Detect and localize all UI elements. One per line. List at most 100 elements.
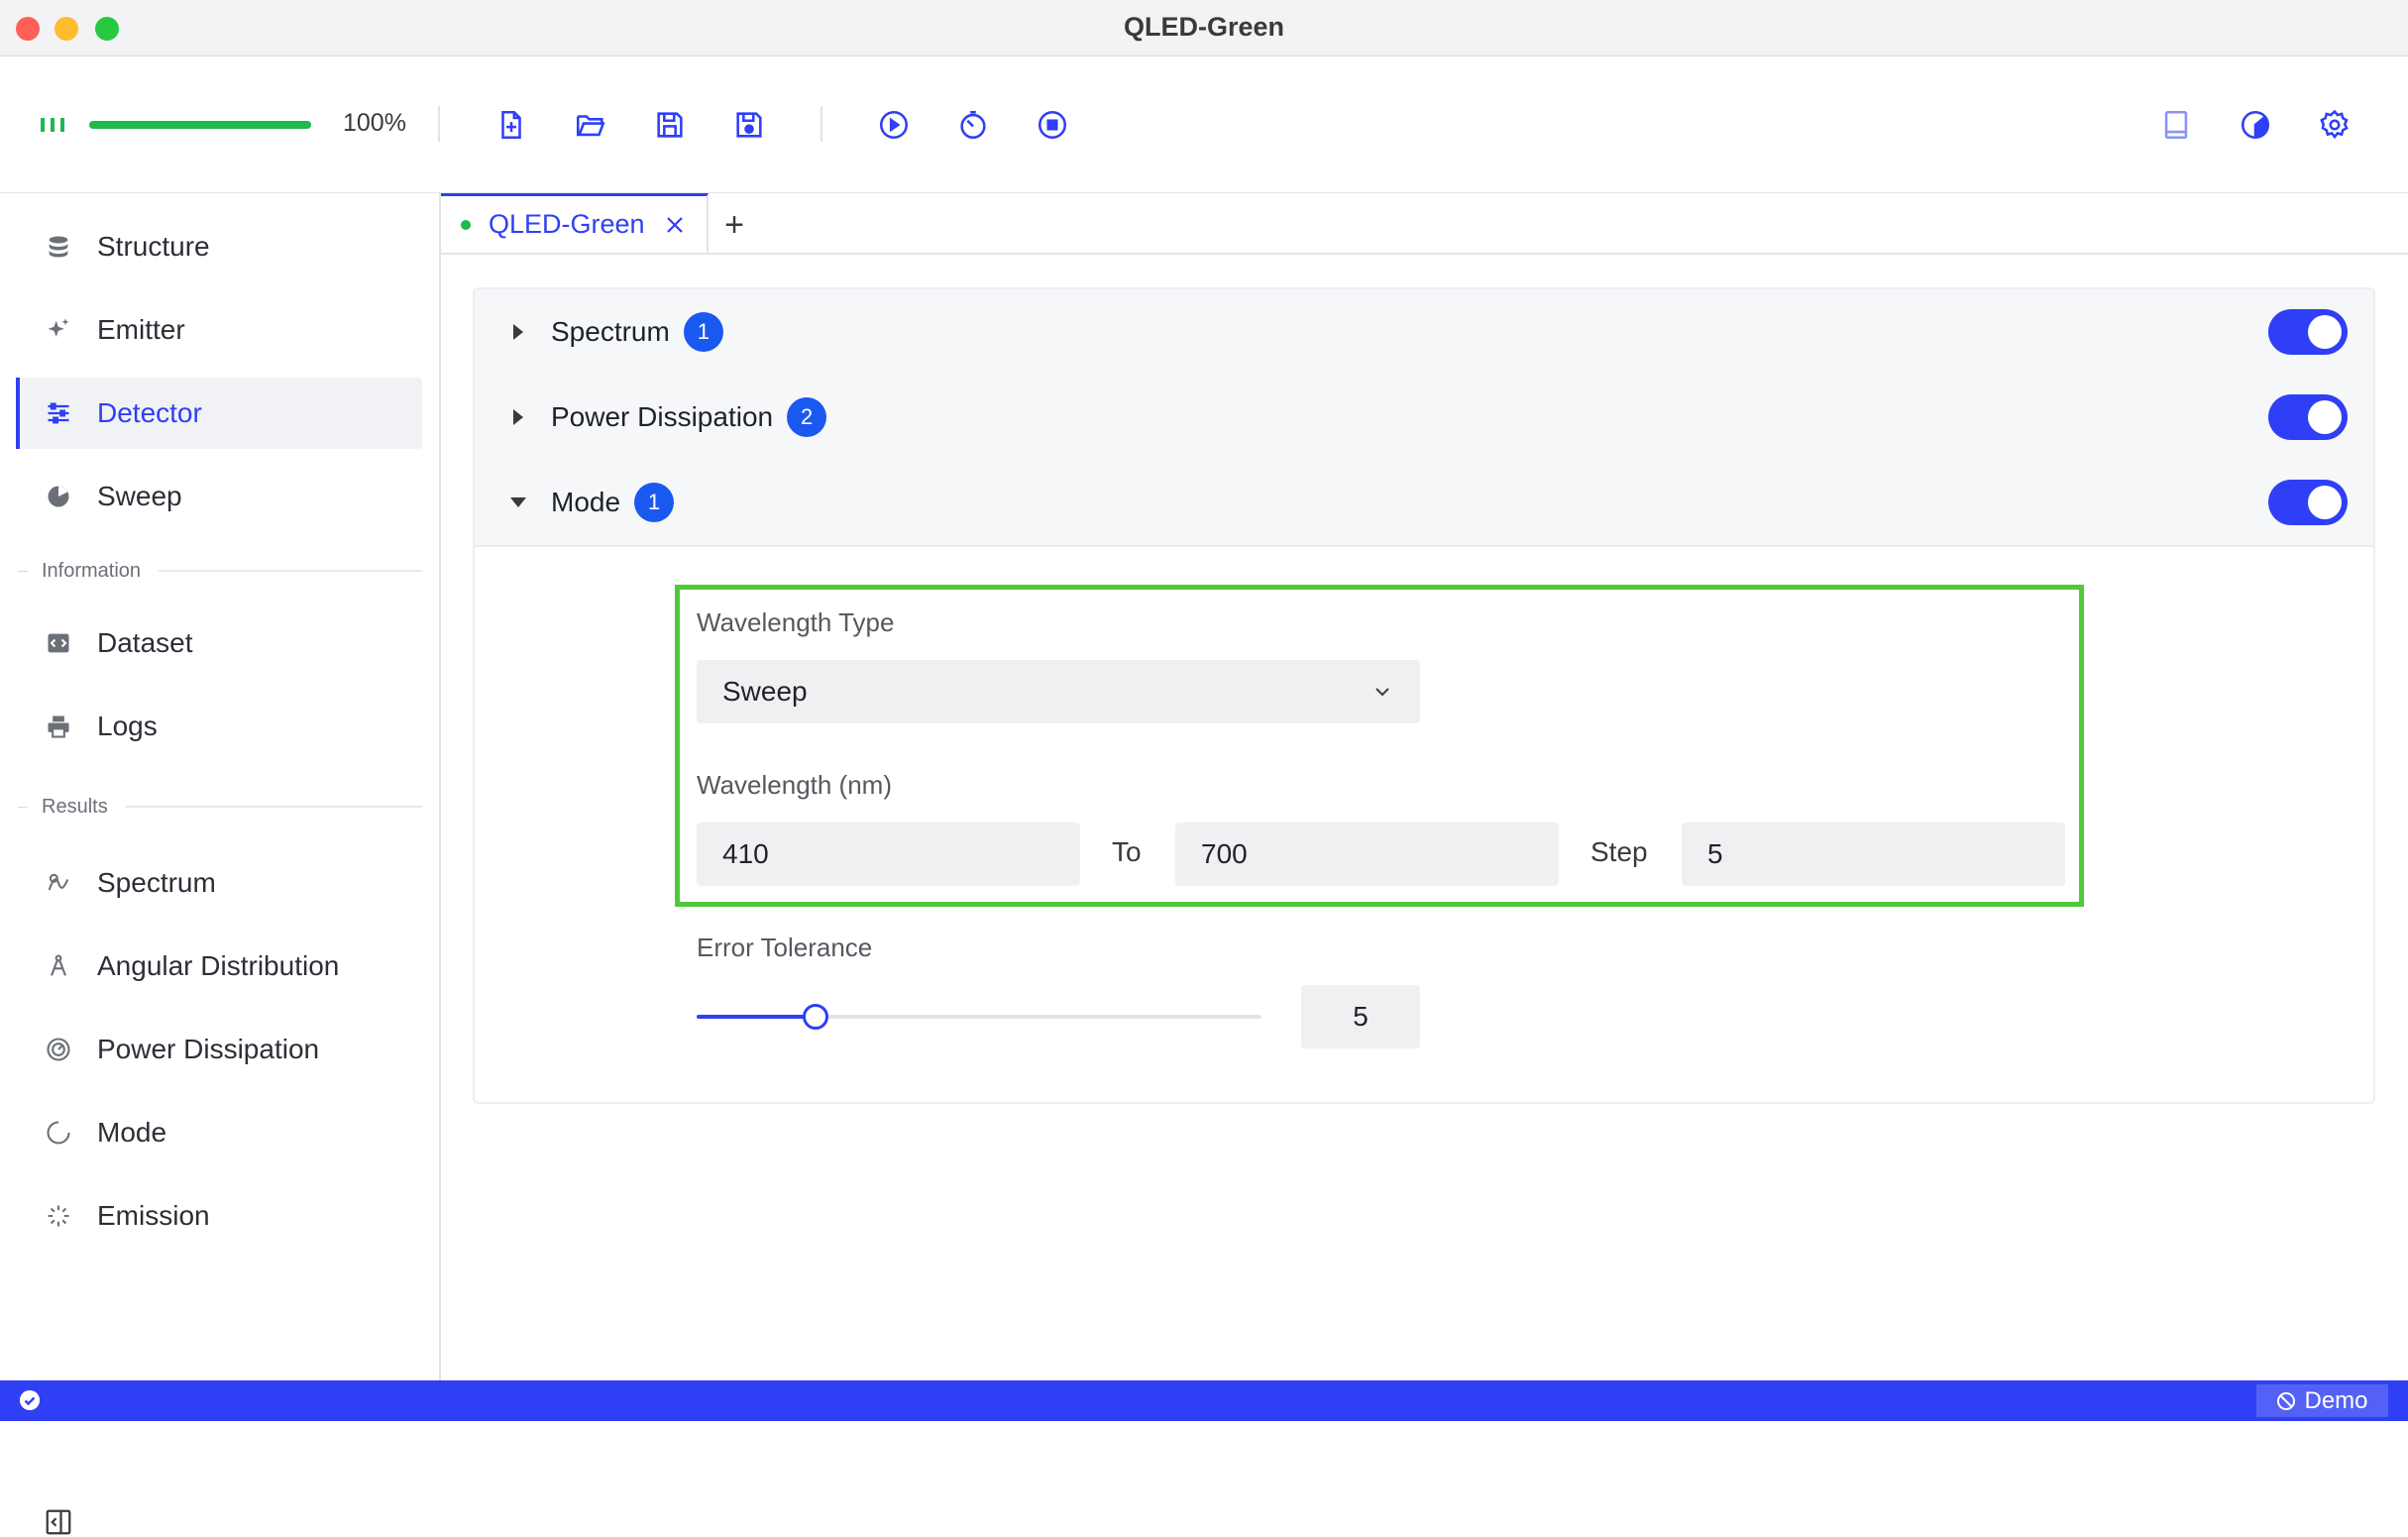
sidebar: Structure Emitter Detector Sweep Informa… (0, 193, 441, 1535)
sidebar-item-emitter[interactable]: Emitter (18, 294, 422, 366)
demo-button[interactable]: Demo (2256, 1384, 2388, 1417)
wavelength-to-input[interactable]: 700 (1175, 823, 1559, 886)
sidebar-item-label: Angular Distribution (97, 950, 340, 981)
error-tolerance-input[interactable]: 5 (1301, 985, 1420, 1048)
settings-icon (2320, 109, 2349, 140)
add-tab-button[interactable]: + (714, 205, 754, 245)
progress-bar (89, 121, 311, 129)
input-value: 410 (722, 838, 769, 869)
sidebar-item-sweep[interactable]: Sweep (18, 461, 422, 532)
sliders-icon (44, 398, 73, 428)
input-value: 5 (1707, 838, 1723, 869)
spectrum-icon (44, 868, 73, 898)
sidebar-item-angular-distribution[interactable]: Angular Distribution (18, 931, 422, 1002)
caret-right-icon[interactable] (507, 406, 529, 428)
section-spectrum-header[interactable]: Spectrum 1 (475, 289, 2373, 377)
caret-right-icon[interactable] (507, 321, 529, 343)
section-title: Mode (551, 487, 621, 517)
section-header-results: Results (18, 792, 422, 822)
settings-button[interactable] (2315, 105, 2354, 145)
progress-bars-icon (41, 118, 64, 132)
sidebar-item-spectrum[interactable]: Spectrum (18, 847, 422, 919)
new-file-icon (501, 110, 521, 140)
sidebar-item-label: Detector (97, 397, 202, 428)
sidebar-item-logs[interactable]: Logs (18, 691, 422, 762)
mode-toggle[interactable] (2268, 480, 2348, 525)
step-label: Step (1590, 836, 1648, 867)
sidebar-item-dataset[interactable]: Dataset (18, 607, 422, 679)
section-header-information: Information (18, 556, 422, 586)
wavelength-from-input[interactable]: 410 (697, 823, 1080, 886)
section-title: Information (42, 559, 142, 582)
sidebar-item-label: Emission (97, 1200, 210, 1231)
close-icon[interactable] (663, 213, 687, 237)
spectrum-toggle[interactable] (2268, 309, 2348, 355)
section-power-dissipation-header[interactable]: Power Dissipation 2 (475, 375, 2373, 462)
wavelength-type-select[interactable]: Sweep (697, 660, 1420, 723)
progress-text: 100% (343, 109, 406, 137)
progress-bar-fill (89, 121, 311, 129)
demo-label: Demo (2304, 1386, 2368, 1414)
section-title: Results (42, 795, 108, 818)
sidebar-item-power-dissipation[interactable]: Power Dissipation (18, 1014, 422, 1085)
open-folder-button[interactable] (571, 105, 610, 145)
save-button[interactable] (650, 105, 690, 145)
sidebar-item-mode[interactable]: Mode (18, 1097, 422, 1168)
wavelength-type-label: Wavelength Type (697, 607, 895, 637)
open-folder-icon (576, 115, 605, 137)
timer-icon (960, 110, 986, 140)
power-dissipation-toggle[interactable] (2268, 394, 2348, 440)
sidebar-item-label: Sweep (97, 481, 182, 511)
tab-label: QLED-Green (489, 209, 645, 239)
app-window: QLED-Green 100% Structure Emitter Detect… (0, 0, 2408, 1535)
block-icon (2277, 1391, 2296, 1410)
check-circle-icon (20, 1390, 40, 1410)
code-icon (44, 628, 73, 658)
section-mode-header[interactable]: Mode 1 (475, 460, 2373, 547)
window-title: QLED-Green (1123, 12, 1285, 42)
stop-icon (1038, 110, 1067, 140)
run-icon (879, 110, 909, 140)
timer-button[interactable] (953, 105, 993, 145)
select-value: Sweep (722, 676, 808, 707)
sidebar-item-label: Power Dissipation (97, 1034, 320, 1064)
run-button[interactable] (874, 105, 914, 145)
book-button[interactable] (2156, 105, 2196, 145)
collapse-sidebar-icon[interactable] (44, 1507, 73, 1537)
wavelength-step-input[interactable]: 5 (1682, 823, 2065, 886)
count-badge: 2 (787, 397, 827, 437)
theme-button[interactable] (2236, 105, 2275, 145)
save-as-button[interactable] (729, 105, 769, 145)
burst-icon (44, 1201, 73, 1231)
sidebar-item-label: Structure (97, 231, 210, 262)
count-badge: 1 (634, 483, 675, 522)
sparkle-icon (44, 315, 73, 345)
count-badge: 1 (683, 312, 723, 352)
database-icon (44, 232, 73, 262)
sidebar-item-label: Logs (97, 711, 158, 741)
caret-down-icon[interactable] (507, 492, 529, 513)
compass-icon (44, 951, 73, 981)
error-tolerance-label: Error Tolerance (697, 933, 873, 962)
slider-fill (697, 1015, 816, 1019)
title-bar: QLED-Green (0, 0, 2408, 56)
new-file-button[interactable] (492, 105, 531, 145)
theme-icon (2241, 110, 2270, 140)
section-title: Spectrum (551, 316, 670, 347)
wavelength-label: Wavelength (nm) (697, 770, 892, 800)
tab-qled-green[interactable]: QLED-Green (441, 193, 709, 253)
sidebar-item-structure[interactable]: Structure (18, 211, 422, 282)
toolbar-divider (821, 106, 822, 142)
sidebar-item-label: Emitter (97, 314, 185, 345)
slider-thumb[interactable] (802, 1004, 828, 1030)
sidebar-item-label: Mode (97, 1117, 167, 1148)
error-tolerance-slider[interactable] (697, 1004, 1261, 1030)
book-icon (2164, 110, 2188, 140)
status-bar: Demo (0, 1380, 2408, 1421)
to-label: To (1112, 836, 1142, 867)
stop-button[interactable] (1033, 105, 1072, 145)
tab-bar: QLED-Green + (441, 193, 2408, 255)
sidebar-item-emission[interactable]: Emission (18, 1180, 422, 1252)
loading-circle-icon (44, 1118, 73, 1148)
sidebar-item-detector[interactable]: Detector (16, 378, 422, 449)
